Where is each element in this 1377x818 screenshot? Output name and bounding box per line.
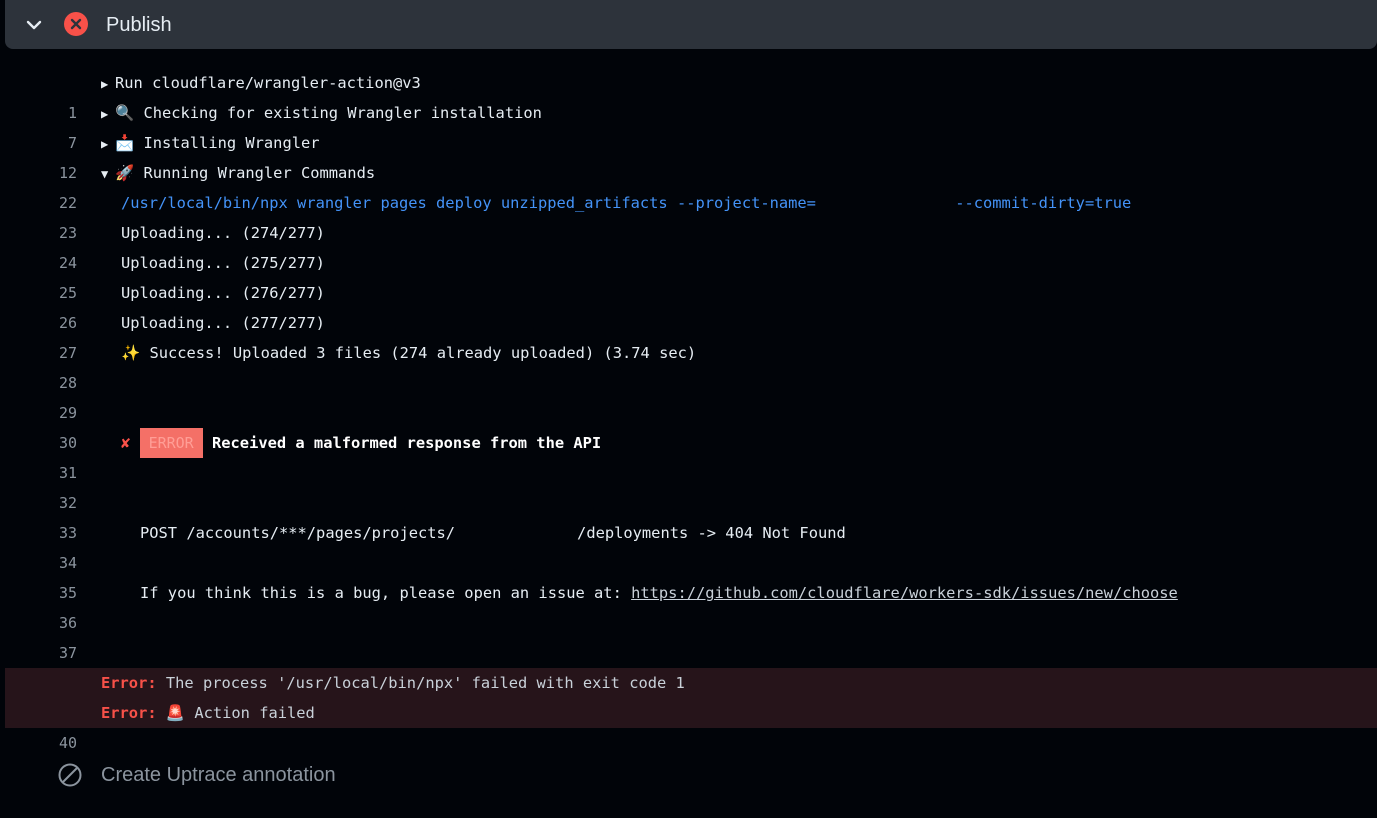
- log-line[interactable]: 23 /usr/local/bin/npx wrangler pages dep…: [5, 188, 1377, 242]
- log-text: Checking for existing Wrangler installat…: [143, 104, 542, 122]
- error-label: Error:: [101, 674, 157, 692]
- expand-triangle-icon[interactable]: ▶: [101, 129, 115, 159]
- log-line[interactable]: 27 Uploading... (277/277): [5, 308, 1377, 362]
- log-line[interactable]: 22 ▼ 🚀 Running Wrangler Commands: [5, 158, 1377, 212]
- log-text: Success! Uploaded 3 files (274 already u…: [149, 344, 697, 362]
- log-line[interactable]: 29: [5, 368, 1377, 422]
- log-line[interactable]: 12 ▶ 📩 Installing Wrangler: [5, 128, 1377, 182]
- log-line[interactable]: 26 Uploading... (276/277): [5, 278, 1377, 332]
- log-text: Uploading... (274/277): [121, 224, 325, 242]
- log-line[interactable]: 37: [5, 608, 1377, 662]
- log-text: Uploading... (277/277): [121, 314, 325, 332]
- line-number[interactable]: 40: [5, 728, 77, 758]
- chevron-down-icon[interactable]: [24, 15, 44, 35]
- error-cross-icon: ✘: [121, 434, 131, 452]
- log-text: Running Wrangler Commands: [143, 164, 376, 182]
- failed-status-icon: [64, 12, 88, 36]
- error-log-line[interactable]: 39 Error: The process '/usr/local/bin/np…: [5, 668, 1377, 722]
- error-tag: ERROR: [139, 428, 203, 458]
- log-line[interactable]: 7 ▶ 🔍 Checking for existing Wrangler inst…: [5, 98, 1377, 152]
- command-text-tail: --commit-dirty=true: [945, 194, 1132, 212]
- log-text: Run cloudflare/wrangler-action@v3: [115, 74, 421, 92]
- command-text: /usr/local/bin/npx wrangler pages deploy…: [121, 194, 816, 212]
- step-title: Create Uptrace annotation: [101, 763, 336, 786]
- log-line[interactable]: 34 POST /accounts/***/pages/projects//de…: [5, 518, 1377, 572]
- issue-link[interactable]: https://github.com/cloudflare/workers-sd…: [631, 584, 1178, 602]
- inbox-emoji-icon: 📩: [115, 134, 135, 152]
- log-line[interactable]: 31 ✘ ERROR Received a malformed response…: [5, 428, 1377, 482]
- step-title: Publish: [106, 14, 172, 36]
- log-text: Uploading... (275/277): [121, 254, 325, 272]
- log-line[interactable]: 32: [5, 458, 1377, 512]
- log-line[interactable]: 35: [5, 548, 1377, 602]
- siren-emoji-icon: 🚨: [165, 704, 186, 722]
- error-label: Error:: [101, 704, 157, 722]
- log-line[interactable]: 38: [5, 638, 1377, 692]
- log-line[interactable]: 1 ▶ Run cloudflare/wrangler-action@v3: [5, 68, 1377, 122]
- log-text: Action failed: [194, 704, 315, 722]
- redacted-text: [455, 528, 577, 538]
- log-text: If you think this is a bug, please open …: [140, 584, 632, 602]
- log-text: Received a malformed response from the A…: [212, 434, 602, 452]
- step-header[interactable]: Publish: [5, 0, 1377, 49]
- sparkles-emoji-icon: ✨: [121, 344, 141, 362]
- log-text: Installing Wrangler: [143, 134, 320, 152]
- log-text: POST /accounts/***/pages/projects/: [140, 524, 456, 542]
- log-line[interactable]: 24 Uploading... (274/277): [5, 218, 1377, 272]
- log-line[interactable]: 25 Uploading... (275/277): [5, 248, 1377, 302]
- log-text: The process '/usr/local/bin/npx' failed …: [165, 674, 685, 692]
- log-text-tail: /deployments -> 404 Not Found: [577, 524, 846, 542]
- magnifier-emoji-icon: 🔍: [115, 104, 135, 122]
- step-create-uptrace-annotation[interactable]: Create Uptrace annotation: [58, 760, 336, 790]
- log-output: 1 ▶ Run cloudflare/wrangler-action@v3 7 ▶…: [5, 68, 1377, 752]
- log-text: Uploading... (276/277): [121, 284, 325, 302]
- skipped-status-icon: [58, 763, 82, 787]
- collapse-triangle-icon[interactable]: ▼: [101, 159, 115, 189]
- expand-triangle-icon[interactable]: ▶: [101, 69, 115, 99]
- rocket-emoji-icon: 🚀: [115, 164, 135, 182]
- redacted-text: [816, 198, 946, 208]
- log-line[interactable]: 28 ✨ Success! Uploaded 3 files (274 alre…: [5, 338, 1377, 392]
- log-line[interactable]: 33: [5, 488, 1377, 542]
- expand-triangle-icon[interactable]: ▶: [101, 99, 115, 129]
- error-log-line[interactable]: 40 Error: 🚨 Action failed: [5, 698, 1377, 752]
- log-line[interactable]: 30: [5, 398, 1377, 452]
- log-line[interactable]: 36 If you think this is a bug, please op…: [5, 578, 1377, 632]
